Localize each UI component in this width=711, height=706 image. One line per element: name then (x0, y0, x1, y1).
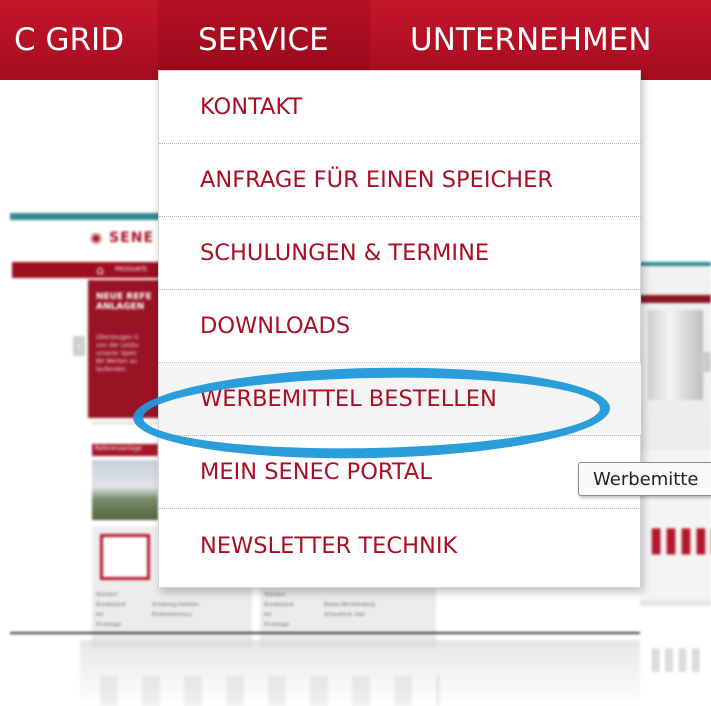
menu-item-label: ANFRAGE FÜR EINEN SPEICHER (200, 167, 553, 193)
carousel-next-icon (700, 352, 711, 372)
bg-table-cell: Schleswig-Holstein (152, 602, 200, 608)
menu-item-downloads[interactable]: DOWNLOADS (159, 290, 641, 363)
bar-chart-reflection-icon: ▌▌▌▌ (652, 648, 708, 672)
bg-table-cell: PV-Anlage (264, 622, 290, 628)
bg-table-cell: Bundesland (264, 602, 294, 608)
menu-item-anfrage-speicher[interactable]: ANFRAGE FÜR EINEN SPEICHER (159, 144, 641, 217)
bg-table-cell: Standort (96, 592, 118, 598)
service-dropdown-menu: KONTAKT ANFRAGE FÜR EINEN SPEICHER SCHUL… (158, 70, 641, 588)
bg-table-cell: Baden-Württemberg (324, 602, 375, 608)
bg-hero-text: Überzeugen S von der Leistu unserer Spei… (96, 334, 139, 373)
bg-table-cell: Bundesland (96, 602, 126, 608)
bg-table-cell: Standort (264, 592, 286, 598)
menu-item-kontakt[interactable]: KONTAKT (159, 71, 641, 144)
menu-item-newsletter-technik[interactable]: NEWSLETTER TECHNIK (159, 509, 641, 582)
bg-reference-label: Referenzanlage (95, 445, 142, 452)
bg-storage-unit (100, 534, 150, 580)
bg-table-cell: Art (264, 612, 272, 618)
bar-chart-icon: ▌▌▌▌▌ (652, 530, 711, 555)
bg-right-nav-bar (640, 295, 711, 303)
main-navigation: C GRID SERVICE UNTERNEHMEN (0, 0, 711, 80)
screenshot-stage: ◉ SENE ⌂ PRODUKTE NEUE REFE ANLAGEN Über… (0, 0, 711, 706)
bg-breadcrumb: PRODUKTE (115, 266, 148, 273)
bg-right-product-image (648, 310, 703, 400)
tooltip: Werbemitte (578, 462, 711, 496)
bg-table-cell: Schaufenst. Hall (324, 612, 365, 618)
bg-reflection-blocks (100, 676, 440, 706)
menu-item-label: NEWSLETTER TECHNIK (200, 532, 458, 559)
menu-item-label: SCHULUNGEN & TERMINE (200, 240, 490, 266)
bg-table-right: Standort Bundesland Baden-Württemberg Ar… (260, 588, 436, 648)
nav-item-unternehmen[interactable]: UNTERNEHMEN (410, 0, 652, 80)
bg-hero-title: NEUE REFE ANLAGEN (96, 292, 152, 312)
bg-table-cell: Einfamilienhaus (152, 612, 192, 618)
home-icon: ⌂ (96, 263, 104, 277)
menu-item-schulungen-termine[interactable]: SCHULUNGEN & TERMINE (159, 217, 641, 290)
bg-table-left: Standort Bundesland Schleswig-Holstein A… (92, 588, 252, 648)
menu-item-label: KONTAKT (200, 94, 303, 120)
senec-logo-text: SENE (109, 230, 155, 246)
senec-logo: ◉ SENE (90, 230, 155, 246)
nav-item-grid[interactable]: C GRID (14, 0, 124, 80)
nav-item-service[interactable]: SERVICE (198, 0, 329, 80)
bg-table-cell: Art (96, 612, 104, 618)
bg-table-cell: PV-Anlage (96, 622, 122, 628)
menu-item-label: MEIN SENEC PORTAL (200, 459, 432, 485)
bg-teal-stripe (10, 213, 160, 220)
carousel-prev-icon: ‹ (73, 336, 85, 356)
bg-page-edge (10, 632, 640, 634)
bg-house-photo (92, 460, 158, 520)
menu-item-label: DOWNLOADS (200, 313, 351, 339)
